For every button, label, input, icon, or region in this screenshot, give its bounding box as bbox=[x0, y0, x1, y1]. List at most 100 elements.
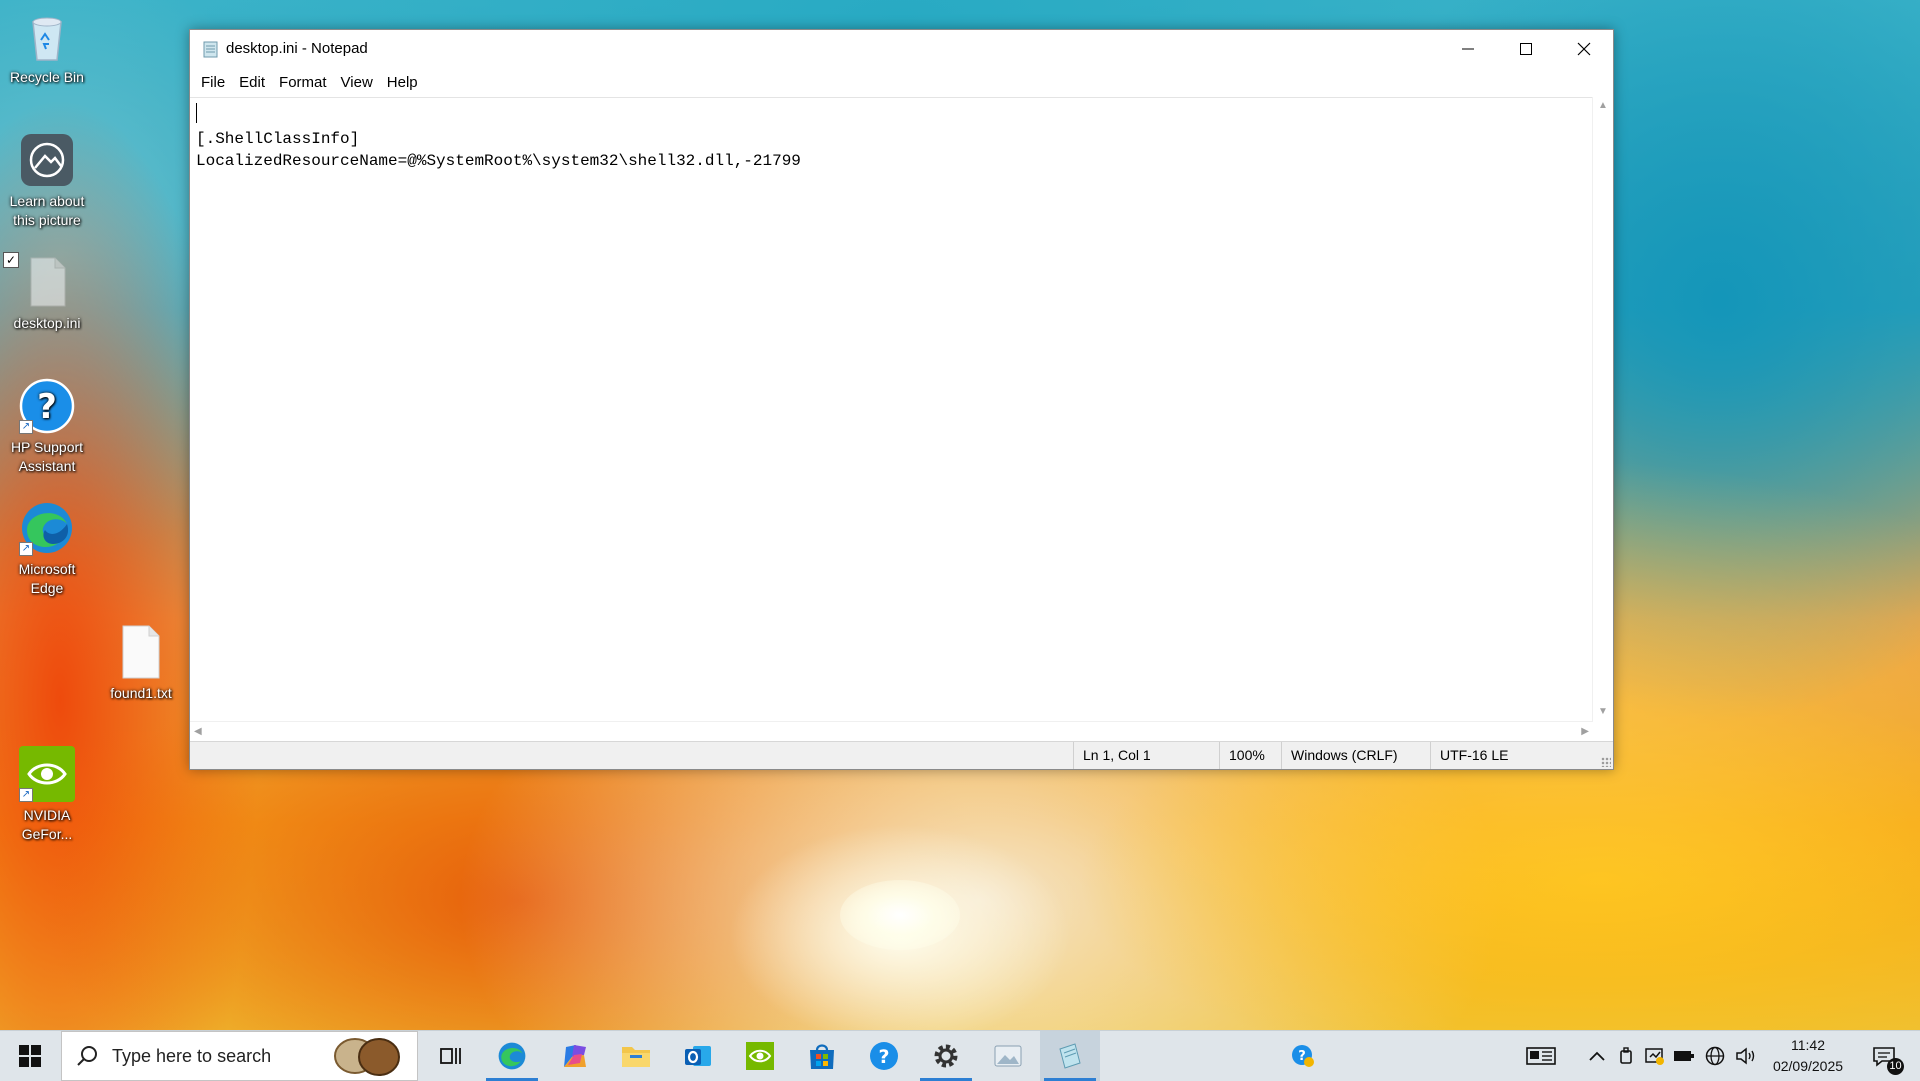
menu-view[interactable]: View bbox=[334, 74, 380, 91]
scroll-right-icon[interactable]: ▶ bbox=[1581, 727, 1589, 737]
status-zoom: 100% bbox=[1219, 742, 1281, 769]
resize-grip-icon[interactable] bbox=[1601, 757, 1611, 767]
help-question-icon: ? bbox=[1292, 1045, 1314, 1067]
taskbar-file-explorer[interactable] bbox=[606, 1031, 666, 1081]
hp-support-tray-icon[interactable]: ? bbox=[1290, 1044, 1316, 1068]
scroll-up-icon[interactable]: ▲ bbox=[1598, 101, 1608, 111]
task-view-icon bbox=[440, 1048, 461, 1064]
taskbar-search-box[interactable]: Type here to search bbox=[61, 1031, 418, 1081]
menu-bar: File Edit Format View Help bbox=[190, 67, 1613, 97]
checkbox-icon[interactable]: ✓ bbox=[3, 252, 19, 268]
minimize-icon bbox=[1462, 48, 1474, 49]
maximize-button[interactable] bbox=[1497, 30, 1555, 67]
text-editor[interactable]: [.ShellClassInfo] LocalizedResourceName=… bbox=[190, 97, 1593, 722]
help-question-icon: ? bbox=[870, 1042, 898, 1070]
notepad-icon bbox=[1059, 1043, 1081, 1069]
search-icon bbox=[77, 1046, 97, 1066]
shortcut-arrow-icon: ↗ bbox=[19, 542, 33, 556]
taskbar-copilot[interactable] bbox=[545, 1031, 605, 1081]
edge-icon bbox=[498, 1042, 526, 1070]
minimize-button[interactable] bbox=[1439, 30, 1497, 67]
battery-icon[interactable] bbox=[1672, 1044, 1696, 1068]
desktop-icon-label: NVIDIA GeFor... bbox=[21, 807, 73, 842]
desktop-icon-label: Recycle Bin bbox=[10, 69, 84, 85]
clock-date: 02/09/2025 bbox=[1772, 1058, 1844, 1074]
taskbar-microsoft-store[interactable] bbox=[792, 1031, 852, 1081]
text-file-icon bbox=[113, 624, 169, 680]
notification-center-button[interactable]: 10 bbox=[1868, 1043, 1904, 1075]
menu-format[interactable]: Format bbox=[272, 74, 334, 91]
file-icon: ✓ bbox=[3, 252, 75, 310]
desktop-icon-label: Learn about this picture bbox=[9, 193, 85, 228]
nvidia-icon bbox=[746, 1042, 774, 1070]
svg-text:?: ? bbox=[878, 1046, 889, 1068]
desktop-icon-nvidia[interactable]: ↗ NVIDIA GeFor... bbox=[1, 746, 93, 844]
folder-icon bbox=[622, 1047, 650, 1067]
outlook-icon bbox=[685, 1046, 711, 1066]
search-placeholder: Type here to search bbox=[112, 1045, 272, 1066]
desktop-icon-learn-about-picture[interactable]: Learn about this picture bbox=[1, 132, 93, 230]
desktop-icon-recycle-bin[interactable]: Recycle Bin bbox=[1, 8, 93, 87]
scroll-left-icon[interactable]: ◀ bbox=[194, 727, 202, 737]
store-icon bbox=[810, 1044, 834, 1069]
scroll-down-icon[interactable]: ▼ bbox=[1598, 707, 1608, 717]
taskbar-outlook[interactable] bbox=[668, 1031, 728, 1081]
nvidia-icon: ↗ bbox=[19, 746, 75, 802]
taskbar-nvidia[interactable] bbox=[730, 1031, 790, 1081]
menu-edit[interactable]: Edit bbox=[232, 74, 272, 91]
recycle-bin-icon bbox=[19, 8, 75, 64]
horizontal-scrollbar[interactable]: ◀ ▶ bbox=[190, 721, 1593, 742]
help-question-icon: ? ↗ bbox=[19, 378, 75, 434]
desktop-icon-microsoft-edge[interactable]: ↗ Microsoft Edge bbox=[1, 500, 93, 598]
close-button[interactable] bbox=[1555, 30, 1613, 67]
notepad-window[interactable]: desktop.ini - Notepad File Edit Format V… bbox=[189, 29, 1614, 770]
status-encoding: UTF-16 LE bbox=[1430, 742, 1590, 769]
taskbar-help[interactable]: ? bbox=[854, 1031, 914, 1081]
notepad-app-icon bbox=[203, 41, 218, 57]
taskbar-photos[interactable] bbox=[978, 1031, 1038, 1081]
start-button[interactable] bbox=[0, 1031, 60, 1081]
notification-count-badge: 10 bbox=[1887, 1058, 1904, 1075]
camera-circle-icon bbox=[19, 132, 75, 188]
window-title: desktop.ini - Notepad bbox=[226, 40, 368, 57]
desktop-icon-found1-txt[interactable]: found1.txt bbox=[95, 624, 187, 703]
photos-icon bbox=[994, 1045, 1022, 1067]
usb-device-icon[interactable] bbox=[1614, 1044, 1638, 1068]
desktop-icon-label: Microsoft Edge bbox=[18, 561, 76, 596]
shortcut-arrow-icon: ↗ bbox=[19, 788, 33, 802]
taskbar-task-view[interactable] bbox=[420, 1031, 480, 1081]
news-widget-icon[interactable] bbox=[1526, 1044, 1556, 1068]
status-line-ending: Windows (CRLF) bbox=[1281, 742, 1430, 769]
svg-text:?: ? bbox=[37, 387, 57, 427]
taskbar-settings[interactable] bbox=[916, 1031, 976, 1081]
status-cursor-position: Ln 1, Col 1 bbox=[1073, 742, 1219, 769]
gear-icon bbox=[934, 1044, 958, 1068]
taskbar-clock[interactable]: 11:42 02/09/2025 bbox=[1760, 1035, 1856, 1077]
security-tray-icon[interactable] bbox=[1643, 1044, 1667, 1068]
desktop-icon-desktop-ini[interactable]: ✓ desktop.ini bbox=[1, 252, 93, 333]
edge-icon: ↗ bbox=[19, 500, 75, 556]
desktop-icon-label: found1.txt bbox=[110, 685, 172, 701]
wallpaper-glare bbox=[840, 880, 960, 950]
shortcut-arrow-icon: ↗ bbox=[19, 420, 33, 434]
taskbar-microsoft-edge[interactable] bbox=[482, 1031, 542, 1081]
desktop-icon-label: HP Support Assistant bbox=[10, 439, 84, 474]
title-bar[interactable]: desktop.ini - Notepad bbox=[190, 30, 1613, 67]
newspaper-icon bbox=[1526, 1047, 1556, 1065]
menu-file[interactable]: File bbox=[194, 74, 232, 91]
search-highlight-coconut-icon bbox=[334, 1038, 400, 1076]
status-bar: Ln 1, Col 1 100% Windows (CRLF) UTF-16 L… bbox=[190, 741, 1613, 769]
taskbar-notepad[interactable] bbox=[1040, 1031, 1100, 1081]
menu-help[interactable]: Help bbox=[380, 74, 425, 91]
text-caret bbox=[196, 103, 197, 123]
editor-content: [.ShellClassInfo] LocalizedResourceName=… bbox=[196, 130, 801, 170]
maximize-icon bbox=[1520, 42, 1532, 55]
show-hidden-icons-chevron-icon[interactable] bbox=[1585, 1044, 1609, 1068]
close-icon bbox=[1577, 42, 1591, 55]
network-globe-icon[interactable] bbox=[1703, 1044, 1727, 1068]
desktop-icon-hp-support[interactable]: ? ↗ HP Support Assistant bbox=[1, 378, 93, 476]
volume-speaker-icon[interactable] bbox=[1734, 1044, 1758, 1068]
taskbar: Type here to search ? ? 11:42 02/09/2025… bbox=[0, 1030, 1920, 1081]
vertical-scrollbar[interactable]: ▲ ▼ bbox=[1592, 97, 1613, 721]
windows-logo-icon bbox=[19, 1045, 41, 1067]
